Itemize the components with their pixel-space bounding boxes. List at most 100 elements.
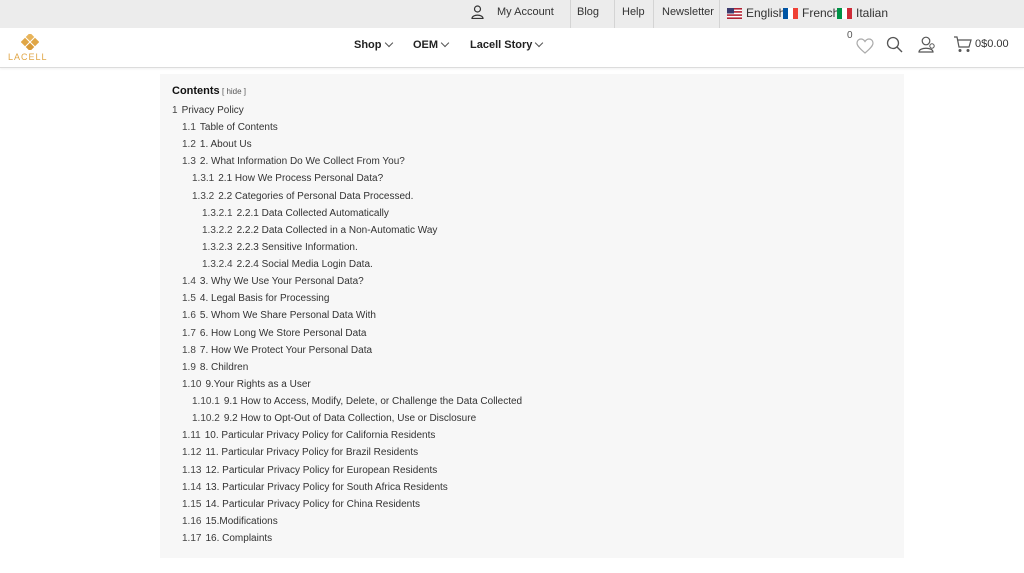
toc-item[interactable]: 1.6 5. Whom We Share Personal Data With: [182, 310, 376, 324]
language-english[interactable]: English: [727, 6, 785, 24]
fr-flag-icon: [783, 8, 798, 19]
toc-item-label: 9.Your Rights as a User: [205, 378, 311, 390]
wishlist-heart-icon[interactable]: [856, 38, 874, 59]
toc-item-number: 1.3.2.1: [202, 207, 233, 219]
toc-item-number: 1.16: [182, 515, 202, 527]
toc-item[interactable]: 1.7 6. How Long We Store Personal Data: [182, 328, 366, 342]
logo-text: LACELL: [8, 52, 48, 62]
toc-item-number: 1.7: [182, 327, 196, 339]
toc-item-number: 1.3.1: [192, 173, 215, 185]
toc-item-label: Privacy Policy: [181, 105, 244, 116]
account-icon[interactable]: [471, 5, 484, 24]
toc-item[interactable]: 1.15 14. Particular Privacy Policy for Ch…: [182, 499, 420, 513]
toc-hide-toggle[interactable]: [ hide ]: [222, 87, 246, 96]
table-of-contents: Contents [ hide ] 1 Privacy Policy 1.1 Tabl…: [160, 74, 904, 558]
toc-item[interactable]: 1.3.2 2.2 Categories of Personal Data Pro…: [192, 191, 413, 205]
cart-total[interactable]: 0$0.00: [975, 38, 1009, 50]
toc-item-label: 2.2.2 Data Collected in a Non-Automatic …: [236, 224, 438, 236]
toc-item[interactable]: 1.13 12. Particular Privacy Policy for Eu…: [182, 465, 437, 479]
divider: [570, 0, 571, 28]
toc-item[interactable]: 1 Privacy Policy: [172, 105, 244, 119]
main-header: LACELL Shop OEM Lacell Story 0 0$0.00: [0, 28, 1024, 68]
toc-item[interactable]: 1.10.1 9.1 How to Access, Modify, Delete,…: [192, 396, 522, 410]
toc-item-label: 4. Legal Basis for Processing: [199, 293, 330, 305]
divider: [614, 0, 615, 28]
divider: [719, 0, 720, 28]
nav-oem[interactable]: OEM: [413, 38, 450, 51]
toc-item-number: 1.10.1: [192, 396, 220, 408]
toc-item-label: 9.1 How to Access, Modify, Delete, or Ch…: [223, 396, 523, 408]
divider: [653, 0, 654, 28]
toc-item-label: 6. How Long We Store Personal Data: [199, 327, 367, 339]
nav-shop[interactable]: Shop: [354, 38, 393, 51]
my-account-link[interactable]: My Account: [497, 0, 554, 28]
toc-item-label: 2.2.3 Sensitive Information.: [236, 241, 358, 253]
toc-item-number: 1.15: [182, 498, 202, 510]
nav-lacell-story[interactable]: Lacell Story: [470, 38, 544, 51]
blog-link[interactable]: Blog: [577, 0, 599, 28]
toc-item-label: 5. Whom We Share Personal Data With: [199, 310, 376, 322]
toc-item-label: 12. Particular Privacy Policy for Europe…: [205, 464, 438, 476]
toc-item[interactable]: 1.3.1 2.1 How We Process Personal Data?: [192, 173, 383, 187]
toc-item[interactable]: 1.2 1. About Us: [182, 139, 252, 153]
user-login-icon[interactable]: [918, 36, 936, 58]
toc-item-label: 2. What Information Do We Collect From Y…: [199, 156, 405, 168]
toc-item[interactable]: 1.3.2.3 2.2.3 Sensitive Information.: [202, 242, 358, 256]
toc-item-number: 1.17: [182, 533, 202, 544]
toc-item[interactable]: 1.12 11. Particular Privacy Policy for Br…: [182, 447, 418, 461]
language-french[interactable]: French: [783, 6, 839, 24]
toc-item[interactable]: 1.11 10. Particular Privacy Policy for Ca…: [182, 430, 435, 444]
toc-item-label: 9.2 How to Opt-Out of Data Collection, U…: [223, 413, 477, 425]
toc-item-number: 1.8: [182, 344, 196, 356]
toc-item-number: 1.2: [182, 139, 196, 151]
toc-item-label: 1. About Us: [199, 139, 252, 151]
toc-item-number: 1.3.2.2: [202, 224, 233, 236]
toc-item-number: 1.3.2: [192, 190, 215, 202]
toc-item[interactable]: 1.3.2.4 2.2.4 Social Media Login Data.: [202, 259, 373, 273]
toc-item[interactable]: 1.3.2.1 2.2.1 Data Collected Automaticall…: [202, 208, 389, 222]
toc-title: Contents: [172, 85, 220, 97]
toc-item-label: 7. How We Protect Your Personal Data: [199, 344, 373, 356]
shopping-cart-icon[interactable]: [953, 36, 972, 58]
toc-item[interactable]: 1.5 4. Legal Basis for Processing: [182, 293, 329, 307]
toc-item[interactable]: 1.14 13. Particular Privacy Policy for So…: [182, 482, 448, 496]
toc-item-number: 1.3.2.4: [202, 259, 233, 271]
toc-item-number: 1.11: [182, 430, 201, 442]
it-flag-icon: [837, 8, 852, 19]
toc-item-number: 1.6: [182, 310, 196, 322]
language-italian[interactable]: Italian: [837, 6, 892, 24]
help-link[interactable]: Help: [622, 0, 645, 28]
toc-item-label: 8. Children: [199, 361, 249, 373]
toc-item-label: 2.2 Categories of Personal Data Processe…: [218, 190, 414, 202]
toc-item[interactable]: 1.3.2.2 2.2.2 Data Collected in a Non-Aut…: [202, 225, 437, 239]
toc-item[interactable]: 1.9 8. Children: [182, 362, 248, 376]
toc-item-number: 1.10: [182, 378, 202, 390]
toc-item-number: 1.1: [182, 122, 196, 134]
toc-item-label: 2.2.1 Data Collected Automatically: [236, 207, 389, 219]
toc-item[interactable]: 1.3 2. What Information Do We Collect Fro…: [182, 156, 405, 170]
toc-item[interactable]: 1.1 Table of Contents: [182, 122, 278, 136]
toc-item-label: 14. Particular Privacy Policy for China …: [205, 498, 420, 510]
toc-item[interactable]: 1.10.2 9.2 How to Opt-Out of Data Collect…: [192, 413, 476, 427]
toc-item-label: 15.Modifications: [205, 515, 278, 527]
toc-item-label: 11. Particular Privacy Policy for Brazil…: [205, 447, 419, 459]
toc-item-number: 1.13: [182, 464, 202, 476]
toc-item-number: 1.10.2: [192, 413, 220, 425]
toc-item-label: 13. Particular Privacy Policy for South …: [205, 481, 448, 493]
newsletter-link[interactable]: Newsletter: [662, 0, 714, 28]
toc-item[interactable]: 1.16 15.Modifications: [182, 516, 278, 530]
toc-item[interactable]: 1.4 3. Why We Use Your Personal Data?: [182, 276, 364, 290]
us-flag-icon: [727, 8, 742, 19]
toc-item[interactable]: 1.10 9.Your Rights as a User: [182, 379, 311, 393]
logo-flower-icon: [21, 34, 39, 50]
search-icon[interactable]: [886, 36, 903, 58]
toc-item-number: 1.3: [182, 156, 196, 168]
toc-item[interactable]: 1.8 7. How We Protect Your Personal Data: [182, 345, 372, 359]
toc-item-label: 2.1 How We Process Personal Data?: [218, 173, 384, 185]
toc-item-label: 10. Particular Privacy Policy for Califo…: [204, 430, 436, 442]
site-logo[interactable]: LACELL: [8, 34, 52, 64]
toc-item-number: 1.12: [182, 447, 202, 459]
chevron-down-icon: [384, 38, 393, 48]
chevron-down-icon: [535, 38, 544, 48]
toc-item[interactable]: 1.17 16. Complaints: [182, 533, 272, 547]
